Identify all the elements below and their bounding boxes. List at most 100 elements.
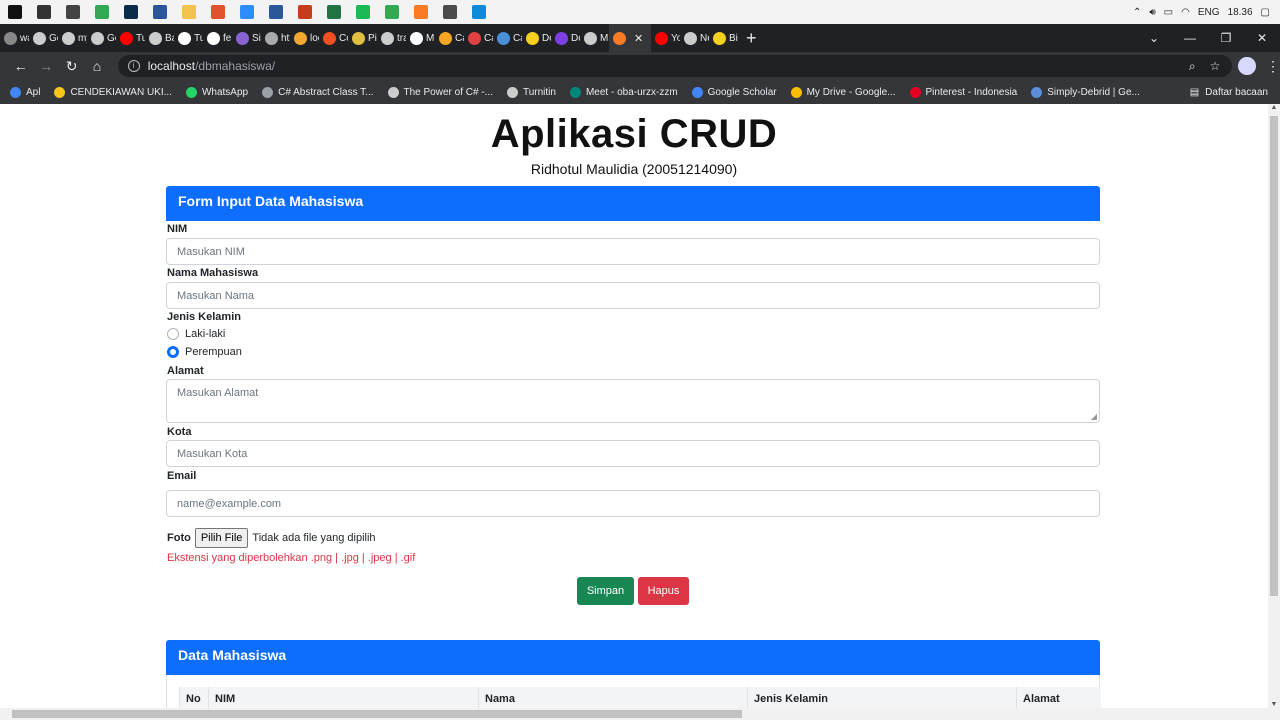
taskbar-search-icon[interactable] (29, 0, 58, 24)
bookmark-item[interactable]: My Drive - Google... (790, 86, 896, 98)
forward-button[interactable]: → (33, 58, 58, 74)
browser-tab[interactable]: Ca (493, 24, 522, 52)
browser-tab[interactable]: loc (290, 24, 319, 52)
language-indicator[interactable]: ENG (1198, 7, 1220, 18)
nim-input[interactable]: Masukan NIM (166, 238, 1100, 265)
bookmark-item[interactable]: WhatsApp (185, 86, 248, 98)
browser-tab[interactable]: Gc (29, 24, 58, 52)
radio-perempuan[interactable]: Perempuan (167, 346, 242, 358)
radio-button-selected[interactable] (167, 346, 179, 358)
bookmark-item[interactable]: Meet - oba-urzx-zzm (569, 86, 678, 98)
chevron-down-icon[interactable]: ⌄ (1136, 31, 1172, 45)
clock[interactable]: 18.36 (1228, 7, 1253, 18)
bookmark-favicon-icon (691, 86, 703, 98)
url-host: localhost (147, 59, 196, 73)
choose-file-button[interactable]: Pilih File (194, 528, 249, 548)
browser-tab[interactable]: tra (377, 24, 406, 52)
battery-icon[interactable]: ▭ (1164, 7, 1173, 18)
browser-tab[interactable]: Dc (551, 24, 580, 52)
browser-tab[interactable]: Pic (348, 24, 377, 52)
bookmark-item[interactable]: Pinterest - Indonesia (909, 86, 1017, 98)
browser-tab[interactable]: ✕ (609, 24, 651, 52)
vertical-scroll-thumb[interactable] (1270, 116, 1278, 596)
taskbar-edge-icon[interactable] (464, 0, 493, 24)
taskbar-powerpoint-icon[interactable] (290, 0, 319, 24)
browser-tab[interactable]: Gc (87, 24, 116, 52)
bookmark-item[interactable]: Google Scholar (691, 86, 777, 98)
taskbar-xampp-icon[interactable] (406, 0, 435, 24)
browser-tab[interactable]: M (406, 24, 435, 52)
scroll-up-icon[interactable]: ▲ (1270, 104, 1278, 111)
browser-tab[interactable]: Ca (435, 24, 464, 52)
resize-grip-icon[interactable]: ◢ (1091, 412, 1097, 421)
wifi-icon[interactable]: ◠ (1181, 7, 1190, 18)
new-tab-button[interactable]: + (746, 28, 757, 49)
chevron-up-icon[interactable]: ⌃ (1133, 7, 1141, 18)
browser-tab[interactable]: Tu (174, 24, 203, 52)
taskbar-sublime-icon[interactable] (435, 0, 464, 24)
alamat-textarea[interactable]: Masukan Alamat ◢ (166, 379, 1100, 423)
browser-tab[interactable]: Ba (145, 24, 174, 52)
taskbar-spotify-icon[interactable] (348, 0, 377, 24)
back-button[interactable]: ← (8, 58, 33, 74)
tab-label: Bi (729, 32, 738, 44)
kota-input[interactable]: Masukan Kota (166, 440, 1100, 467)
taskbar-chrome-icon[interactable] (87, 0, 116, 24)
address-bar[interactable]: i localhost/dbmahasiswa/ ⌕ ☆ (117, 55, 1233, 77)
bookmark-item[interactable]: CENDEKIAWAN UKI... (54, 86, 172, 98)
browser-tab[interactable]: Sir (232, 24, 261, 52)
bookmark-star-icon[interactable]: ☆ (1210, 59, 1221, 74)
close-window-button[interactable]: ✕ (1244, 31, 1280, 45)
email-input[interactable]: name@example.com (166, 490, 1100, 517)
taskbar-excel-icon[interactable] (319, 0, 348, 24)
browser-tab[interactable]: Yo (651, 24, 680, 52)
scroll-down-icon[interactable]: ▼ (1270, 701, 1278, 708)
bookmark-item[interactable]: Apl (10, 86, 40, 98)
home-button[interactable]: ⌂ (84, 58, 109, 74)
nama-input[interactable]: Masukan Nama (166, 282, 1100, 309)
horizontal-scroll-thumb[interactable] (12, 710, 742, 718)
browser-tab[interactable]: M (580, 24, 609, 52)
bookmark-item[interactable]: C# Abstract Class T... (262, 86, 374, 98)
restore-button[interactable]: ❐ (1208, 31, 1244, 45)
profile-avatar[interactable] (1238, 57, 1257, 75)
browser-tab[interactable]: fel (203, 24, 232, 52)
delete-button[interactable]: Hapus (638, 577, 689, 605)
browser-tab[interactable]: Ca (464, 24, 493, 52)
horizontal-scrollbar[interactable] (0, 708, 1280, 720)
taskbar-word-icon[interactable] (145, 0, 174, 24)
taskbar-file-explorer-icon[interactable] (174, 0, 203, 24)
close-tab-icon[interactable]: ✕ (634, 32, 643, 45)
taskbar-zoom-icon[interactable] (232, 0, 261, 24)
bookmark-item[interactable]: Simply-Debrid | Ge... (1031, 86, 1140, 98)
browser-tab[interactable]: Cc (319, 24, 348, 52)
browser-tab[interactable]: Tu (116, 24, 145, 52)
zoom-icon[interactable]: ⌕ (1189, 59, 1196, 74)
minimize-button[interactable]: — (1172, 31, 1208, 45)
site-info-icon[interactable]: i (127, 60, 140, 72)
reading-list[interactable]: ▤ Daftar bacaan (1190, 87, 1280, 98)
browser-tab[interactable]: my (58, 24, 87, 52)
menu-icon[interactable]: ⋮ (1266, 58, 1280, 75)
save-button[interactable]: Simpan (577, 577, 634, 605)
reload-button[interactable]: ↻ (59, 58, 84, 75)
taskbar-word-2-icon[interactable] (261, 0, 290, 24)
excel-icon (326, 5, 341, 19)
taskbar-task-view-icon[interactable] (58, 0, 87, 24)
taskbar-powerpoint-orange-icon[interactable] (203, 0, 232, 24)
browser-tab[interactable]: wa (0, 24, 29, 52)
taskbar-chrome-2-icon[interactable] (377, 0, 406, 24)
browser-tab[interactable]: Dc (522, 24, 551, 52)
browser-tab[interactable]: htt (261, 24, 290, 52)
browser-tab[interactable]: Ne (680, 24, 709, 52)
browser-tab[interactable]: Bi (709, 24, 738, 52)
radio-button[interactable] (167, 328, 179, 340)
bookmark-item[interactable]: The Power of C# -... (387, 86, 493, 98)
bookmark-item[interactable]: Turnitin (506, 86, 556, 98)
notification-icon[interactable]: ▢ (1261, 7, 1270, 18)
volume-icon[interactable]: 🔊︎ (1149, 7, 1155, 18)
taskbar-start-icon[interactable] (0, 0, 29, 24)
vertical-scrollbar[interactable]: ▲ ▼ (1268, 104, 1280, 708)
taskbar-photoshop-icon[interactable] (116, 0, 145, 24)
radio-laki-laki[interactable]: Laki-laki (167, 328, 225, 340)
